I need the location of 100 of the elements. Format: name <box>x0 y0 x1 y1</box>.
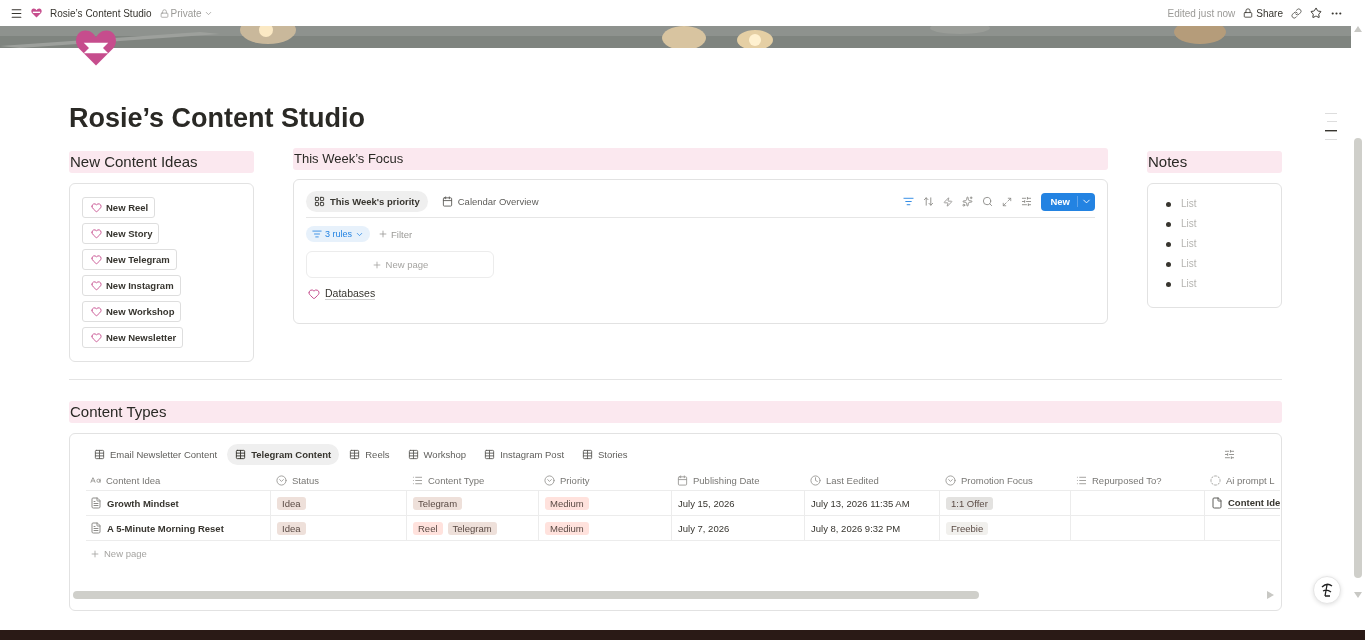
view-tab[interactable]: Email Newsletter Content <box>86 444 226 465</box>
edited-status: Edited just now <box>1167 7 1236 19</box>
dashed-circle-icon <box>1210 474 1221 486</box>
new-idea-button[interactable]: New Workshop <box>82 301 182 322</box>
list-item: List <box>1181 238 1197 250</box>
list-item: List <box>1181 198 1197 210</box>
plus-icon <box>378 229 388 239</box>
search-icon[interactable] <box>982 196 994 207</box>
filter-icon <box>312 229 322 239</box>
bullet-icon <box>1166 221 1171 227</box>
bullet-icon <box>1166 261 1171 267</box>
tag: Medium <box>545 496 589 510</box>
list-item: List <box>1181 218 1197 230</box>
column-header[interactable]: Content Type <box>428 474 485 486</box>
view-tab[interactable]: Stories <box>574 444 636 465</box>
tag: Idea <box>277 496 306 510</box>
page-icon <box>90 522 102 534</box>
table-cell: July 7, 2026 <box>671 516 804 541</box>
new-idea-button[interactable]: New Story <box>82 223 160 244</box>
table-icon <box>349 449 361 460</box>
select-property-icon <box>276 474 287 486</box>
table-icon <box>484 449 496 460</box>
heart-logo-icon <box>75 28 117 68</box>
lock-icon <box>159 8 169 18</box>
view-tab[interactable]: Reels <box>341 444 398 465</box>
column-header[interactable]: Content Idea <box>106 474 161 486</box>
new-idea-button[interactable]: New Telegram <box>82 249 177 270</box>
databases-link[interactable]: Databases <box>325 287 376 300</box>
tag: Freebie <box>946 521 989 535</box>
new-idea-button[interactable]: New Newsletter <box>82 327 184 348</box>
plus-icon <box>90 548 100 559</box>
bullet-icon <box>1166 201 1171 207</box>
bullet-icon <box>1166 281 1171 287</box>
column-header[interactable]: Repurposed To? <box>1092 474 1162 486</box>
filter-icon[interactable] <box>903 196 915 207</box>
sparkle-icon[interactable] <box>962 196 974 207</box>
view-tab[interactable]: Telegram Content <box>227 444 340 465</box>
tag: Idea <box>277 521 306 535</box>
table-icon <box>407 449 419 460</box>
row-title: A 5-Minute Morning Reset <box>107 522 224 534</box>
plus-icon <box>371 259 382 270</box>
select-property-icon <box>544 474 555 486</box>
tag: Reel <box>413 521 443 535</box>
rules-filter-button[interactable]: 3 rules <box>306 226 370 242</box>
outline-drawing <box>1324 112 1338 142</box>
link-icon[interactable] <box>1291 7 1302 19</box>
text-property-icon <box>90 474 101 486</box>
tag: Medium <box>545 521 589 535</box>
page-title: Rosie’s Content Studio <box>69 102 366 134</box>
column-header[interactable]: Status <box>292 474 319 486</box>
lightning-icon[interactable] <box>943 196 954 207</box>
tag: 1:1 Offer <box>946 496 993 510</box>
column-header[interactable]: Last Eedited <box>826 474 879 486</box>
view-tab[interactable]: Calendar Overview <box>433 191 547 212</box>
row-title: Growth Mindset <box>107 497 179 509</box>
section-heading: New Content Ideas <box>69 151 254 173</box>
new-idea-button[interactable]: New Reel <box>82 197 156 218</box>
heart-icon <box>91 254 102 265</box>
table-cell: July 13, 2026 11:35 AM <box>804 491 939 516</box>
new-button[interactable]: New <box>1041 192 1095 211</box>
heart-icon <box>91 280 102 291</box>
heart-icon <box>91 202 102 213</box>
view-tab[interactable]: Instagram Post <box>476 444 573 465</box>
tag: Telegram <box>447 521 497 535</box>
view-tab[interactable]: This Week's priority <box>306 191 428 212</box>
table-cell: July 15, 2026 <box>671 491 804 516</box>
heart-icon <box>91 306 102 317</box>
new-idea-button[interactable]: New Instagram <box>82 275 181 296</box>
settings-icon[interactable] <box>1224 449 1235 460</box>
table-icon <box>582 449 594 460</box>
share-button[interactable]: Share <box>1243 7 1283 19</box>
column-header[interactable]: Publishing Date <box>693 474 760 486</box>
section-heading: Notes <box>1147 151 1282 173</box>
page-link[interactable]: Content Ide <box>1228 497 1281 509</box>
clock-icon <box>810 474 821 486</box>
table-icon <box>235 449 247 460</box>
table-icon <box>94 449 105 460</box>
column-header[interactable]: Priority <box>560 474 590 486</box>
page-icon <box>1211 497 1223 509</box>
list-item: List <box>1181 258 1197 270</box>
breadcrumb-link[interactable]: Rosie’s Content Studio <box>50 7 152 19</box>
heart-logo-icon <box>31 8 42 18</box>
calendar-icon <box>441 196 453 207</box>
lock-icon <box>1243 8 1254 18</box>
expand-icon[interactable] <box>1002 196 1013 207</box>
heart-icon <box>91 228 102 239</box>
assistant-button[interactable] <box>1313 576 1341 604</box>
heart-icon <box>308 287 320 300</box>
section-heading: Content Types <box>69 401 1282 423</box>
view-tab[interactable]: Workshop <box>399 444 475 465</box>
table-cell: July 8, 2026 9:32 PM <box>804 516 939 541</box>
settings-icon[interactable] <box>1021 196 1033 207</box>
star-icon[interactable] <box>1310 7 1322 19</box>
column-header[interactable]: Ai prompt L <box>1226 474 1275 486</box>
sort-icon[interactable] <box>923 196 935 207</box>
bullet-icon <box>1166 241 1171 247</box>
column-header[interactable]: Promotion Focus <box>961 474 1033 486</box>
menu-icon[interactable] <box>10 6 23 20</box>
list-property-icon <box>412 474 423 486</box>
tag: Telegram <box>413 496 463 510</box>
